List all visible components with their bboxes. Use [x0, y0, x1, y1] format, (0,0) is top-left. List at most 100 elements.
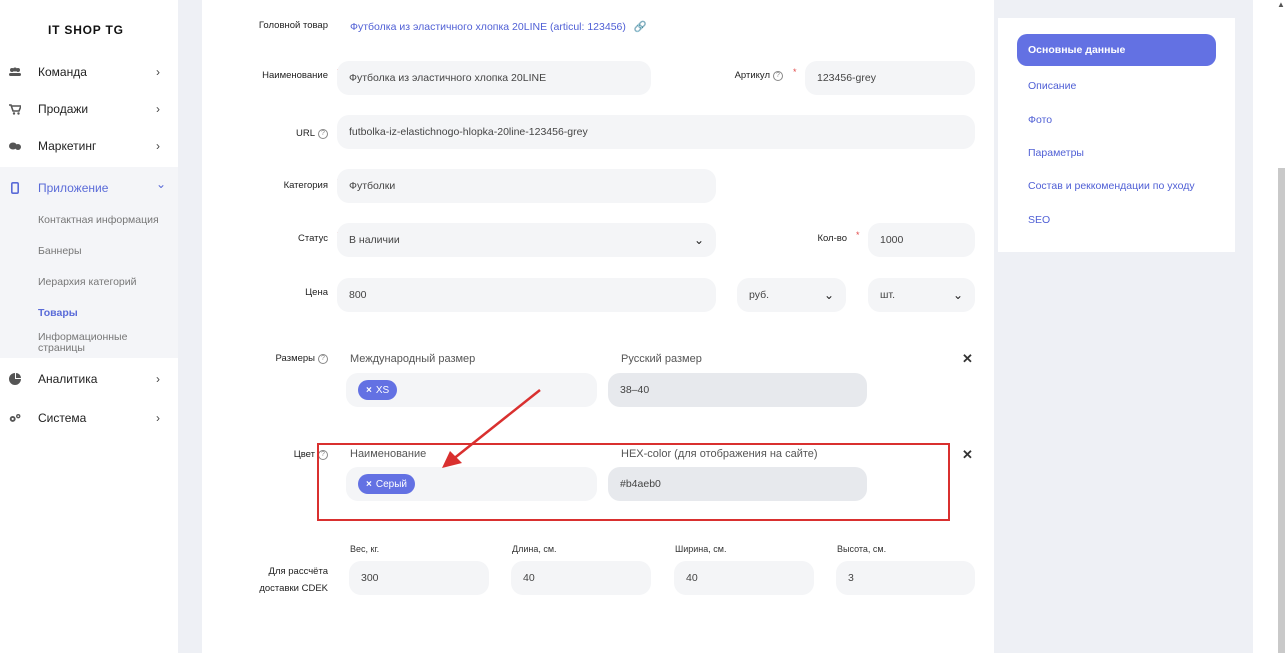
brand-logo: IT SHOP TG: [48, 23, 124, 37]
article-input[interactable]: 123456-grey: [805, 61, 975, 95]
sidebar-item-analytics[interactable]: Аналитика ›: [0, 364, 178, 394]
parent-label: Головной товар: [258, 20, 328, 31]
sidebar-item-label: Продажи: [38, 102, 89, 116]
ru-size-input-value: 38–40: [620, 384, 650, 396]
sidebar-group-app: Приложение ⌄ Контактная информация Банне…: [0, 167, 178, 358]
length-input[interactable]: 40: [511, 561, 651, 595]
sidebar-subitem-info-pages[interactable]: Информационные страницы: [38, 332, 148, 354]
qty-input[interactable]: 1000: [868, 223, 975, 257]
weight-input[interactable]: 300: [349, 561, 489, 595]
currency-select-value: руб.: [749, 289, 770, 301]
remove-color-button[interactable]: ✕: [962, 447, 973, 463]
remove-size-button[interactable]: ✕: [962, 351, 973, 367]
chevron-right-icon: ›: [156, 139, 160, 153]
width-input[interactable]: 40: [674, 561, 814, 595]
chevron-right-icon: ›: [156, 372, 160, 386]
category-input-value: Футболки: [349, 180, 396, 192]
chevron-down-icon: ⌄: [156, 177, 167, 191]
name-label: Наименование: [262, 70, 328, 81]
cart-icon: [9, 103, 21, 115]
team-icon: [9, 66, 21, 78]
chevron-down-icon: ⌄: [823, 288, 834, 302]
ru-size-caption: Русский размер: [621, 353, 702, 365]
sidebar-item-app[interactable]: Приложение ⌄: [0, 173, 178, 203]
sidebar-item-marketing[interactable]: Маркетинг ›: [0, 131, 178, 161]
length-input-value: 40: [523, 572, 535, 584]
sidebar-item-label: Аналитика: [38, 372, 98, 386]
category-label: Категория: [283, 180, 328, 191]
mobile-icon: [9, 182, 21, 194]
parent-product-text: Футболка из эластичного хлопка 20LINE (a…: [350, 21, 626, 33]
section-nav-params[interactable]: Параметры: [1028, 147, 1084, 159]
url-input[interactable]: futbolka-iz-elastichnogo-hlopka-20line-1…: [337, 115, 975, 149]
highlight-box: [317, 443, 950, 521]
sidebar-item-label: Система: [38, 411, 87, 425]
required-mark: *: [856, 230, 860, 240]
sidebar-item-team[interactable]: Команда ›: [0, 57, 178, 87]
cdek-label-line1: Для рассчёта: [268, 566, 328, 577]
link-icon: 🔗: [633, 21, 647, 33]
qty-input-value: 1000: [880, 234, 904, 246]
cdek-label: Для рассчёта доставки CDEK: [228, 563, 328, 597]
url-label-text: URL: [295, 128, 315, 139]
sidebar-item-system[interactable]: Система ›: [0, 403, 178, 433]
sizes-label-text: Размеры: [275, 353, 315, 364]
unit-select[interactable]: шт. ⌄: [868, 278, 975, 312]
name-input-value: Футболка из эластичного хлопка 20LINE: [349, 72, 547, 84]
required-mark: *: [793, 67, 797, 77]
gears-icon: [9, 412, 21, 424]
weight-input-value: 300: [361, 572, 379, 584]
article-input-value: 123456-grey: [817, 72, 876, 84]
height-input[interactable]: 3: [836, 561, 975, 595]
article-label-text: Артикул: [734, 70, 770, 81]
sidebar-subitem-products[interactable]: Товары: [38, 308, 78, 319]
section-nav-main[interactable]: Основные данные: [1017, 34, 1216, 66]
tag-remove-icon[interactable]: ×: [366, 385, 372, 396]
price-input-value: 800: [349, 289, 367, 301]
sidebar-subitem-categories[interactable]: Иерархия категорий: [38, 277, 136, 288]
chevron-down-icon: ⌄: [693, 233, 704, 247]
scrollbar-thumb[interactable]: [1278, 168, 1285, 653]
url-label: URL?: [228, 128, 328, 139]
annotation-arrow: [442, 389, 541, 468]
color-label: Цвет?: [228, 449, 328, 460]
content-gutter: [178, 0, 202, 653]
sidebar-item-label: Команда: [38, 65, 87, 79]
sidebar-subitem-banners[interactable]: Баннеры: [38, 246, 82, 257]
category-input[interactable]: Футболки: [337, 169, 716, 203]
section-nav-care[interactable]: Состав и реккомендации по уходу: [1028, 180, 1195, 192]
sidebar-subitem-contacts[interactable]: Контактная информация: [38, 215, 159, 226]
article-label: Артикул?: [690, 70, 783, 81]
help-icon: ?: [318, 354, 328, 364]
sizes-label: Размеры?: [228, 353, 328, 364]
price-input[interactable]: 800: [337, 278, 716, 312]
sidebar: IT SHOP TG Команда › Продажи › Маркетинг…: [0, 0, 178, 653]
width-input-value: 40: [686, 572, 698, 584]
name-input[interactable]: Футболка из эластичного хлопка 20LINE: [337, 61, 651, 95]
analytics-icon: [9, 373, 21, 385]
section-nav-seo[interactable]: SEO: [1028, 214, 1050, 226]
height-caption: Высота, см.: [837, 544, 887, 554]
currency-select[interactable]: руб. ⌄: [737, 278, 846, 312]
scroll-up-icon[interactable]: ▲: [1277, 0, 1285, 9]
status-select-value: В наличии: [349, 234, 400, 246]
sidebar-item-label: Маркетинг: [38, 139, 97, 153]
sidebar-item-sales[interactable]: Продажи ›: [0, 94, 178, 124]
product-form: [202, 0, 994, 653]
url-input-value: futbolka-iz-elastichnogo-hlopka-20line-1…: [349, 126, 588, 138]
length-caption: Длина, см.: [512, 544, 557, 554]
size-tag[interactable]: × XS: [358, 380, 398, 400]
unit-select-value: шт.: [880, 289, 895, 301]
chevron-right-icon: ›: [156, 102, 160, 116]
ru-size-input[interactable]: 38–40: [608, 373, 867, 407]
chevron-down-icon: ⌄: [952, 288, 963, 302]
status-select[interactable]: В наличии ⌄: [337, 223, 716, 257]
width-caption: Ширина, см.: [675, 544, 727, 554]
weight-caption: Вес, кг.: [350, 544, 380, 554]
color-label-text: Цвет: [293, 449, 315, 460]
help-icon: ?: [318, 129, 328, 139]
section-nav-photo[interactable]: Фото: [1028, 114, 1052, 126]
parent-product-link[interactable]: Футболка из эластичного хлопка 20LINE (a…: [350, 20, 647, 33]
section-nav-description[interactable]: Описание: [1028, 80, 1076, 92]
help-icon: ?: [773, 71, 783, 81]
